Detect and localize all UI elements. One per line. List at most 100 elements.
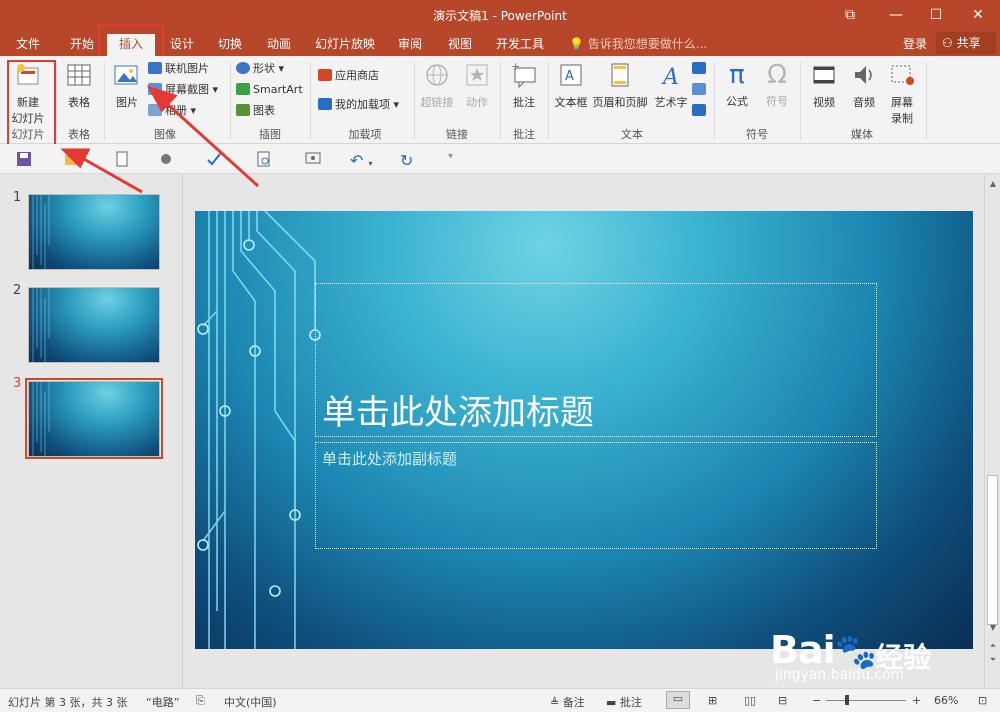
reading-view-icon[interactable]: ▯▯ [744,694,756,707]
tab-review[interactable]: 审阅 [390,34,430,56]
photo-album-button[interactable]: 相册 ▾ [148,102,196,120]
slide-thumbnail-3[interactable] [28,381,160,457]
minimize-button[interactable]: — [876,4,916,26]
zoom-slider-thumb[interactable] [845,695,849,705]
undo-icon[interactable]: ↶ ▾ [350,151,380,170]
language-indicator[interactable]: 中文(中国) [224,694,277,710]
restore-ribbon-icon[interactable]: ⧉ [830,4,870,26]
vertical-scrollbar[interactable]: ▲ ▼ ⏶ ⏷ [984,175,1000,688]
tab-view[interactable]: 视图 [440,34,480,56]
date-time-button[interactable] [692,60,709,78]
normal-view-icon[interactable]: ▭ [666,691,690,709]
audio-button[interactable]: 音频 [846,62,882,110]
table-button[interactable]: 表格 [62,62,96,110]
tab-slideshow[interactable]: 幻灯片放映 [310,34,380,56]
save-icon[interactable] [16,151,32,167]
zoom-level[interactable]: 66% [934,694,958,707]
title-placeholder-text[interactable]: 单击此处添加标题 [322,385,594,434]
proofing-icon[interactable]: ⎘ [196,694,205,708]
action-button[interactable]: 动作 [460,62,494,110]
wordart-label: 艺术字 [654,96,688,109]
next-slide-icon[interactable]: ⏷ [988,655,998,665]
video-button[interactable]: 视频 [806,62,842,110]
comments-button[interactable]: ▬ 批注 [606,694,642,710]
symbol-label: 符号 [766,95,788,108]
open-folder-icon[interactable] [64,151,80,167]
quick-access-toolbar: ↶ ▾ ↻ ▾ [0,144,1000,174]
scrollbar-thumb[interactable] [987,475,998,625]
print-preview-icon[interactable] [256,151,272,167]
comments-icon: ▬ [606,696,617,709]
my-addins-label: 我的加载项 [335,98,390,111]
svg-text:A: A [661,65,679,88]
header-footer-button[interactable]: 页眉和页脚 [590,62,650,110]
login-link[interactable]: 登录 [903,35,927,52]
table-icon [67,64,91,86]
spelling-icon[interactable] [206,151,222,167]
my-addins-button[interactable]: 我的加载项 ▾ [318,96,399,114]
scroll-down-icon[interactable]: ▼ [988,623,998,632]
symbol-button[interactable]: Ω 符号 [760,60,794,109]
wordart-button[interactable]: A 艺术字 [652,62,690,110]
paw-icon: 🐾 [834,632,877,672]
thumbnail-number: 2 [13,283,22,298]
tab-transitions[interactable]: 切换 [210,34,250,56]
slide-thumbnail-1[interactable] [28,194,160,270]
share-button[interactable]: ⚇ 共享 [936,32,996,54]
group-links-label: 链接 [446,128,468,141]
slideshow-icon[interactable]: ⊟ [778,694,787,707]
fit-slide-icon[interactable]: ⊡ [978,694,987,707]
speaker-icon [855,66,872,84]
picture-label: 图片 [116,96,138,109]
zoom-slider[interactable] [826,700,906,701]
smartart-button[interactable]: SmartArt [236,81,303,99]
picture-button[interactable]: 图片 [110,62,144,110]
comments-label: 批注 [619,696,642,709]
scroll-up-icon[interactable]: ▲ [988,179,998,188]
shapes-button[interactable]: 形状 ▾ [236,60,284,78]
tab-developer[interactable]: 开发工具 [490,34,550,56]
notes-button[interactable]: ≜ 备注 [550,694,585,710]
group-separator [926,62,927,140]
zoom-in-icon[interactable]: + [912,694,921,707]
tell-me-search[interactable]: 💡 告诉我您想要做什么... [569,35,707,52]
tab-animations[interactable]: 动画 [259,34,299,56]
circuit-pattern-icon [32,195,50,269]
slide-thumbnail-2[interactable] [28,287,160,363]
slide-number-button[interactable] [692,81,709,99]
circuit-decoration-icon [197,211,321,649]
present-icon[interactable] [305,151,321,167]
screen-recording-button[interactable]: 屏幕 录制 [884,62,920,126]
chart-button[interactable]: 图表 [236,102,275,120]
online-pictures-button[interactable]: 联机图片 [148,60,209,78]
hyperlink-button[interactable]: 超链接 [418,62,456,110]
film-icon [813,66,835,84]
previous-slide-icon[interactable]: ⏶ [988,641,998,651]
zoom-out-icon[interactable]: − [812,694,821,707]
close-button[interactable]: ✕ [958,4,998,26]
comment-button[interactable]: + 批注 [506,60,542,110]
screenshot-button[interactable]: 屏幕截图 ▾ [148,81,218,99]
globe-link-icon [426,64,448,86]
equation-button[interactable]: π 公式 [720,60,754,109]
group-separator [714,62,715,140]
textbox-button[interactable]: A 文本框 [552,62,590,110]
svg-text:A: A [565,69,574,84]
subtitle-placeholder-text[interactable]: 单击此处添加副标题 [322,448,457,469]
group-text-label: 文本 [621,128,643,141]
customize-toolbar-icon[interactable]: ▾ [448,151,464,167]
group-tables-label: 表格 [68,128,90,141]
tab-file[interactable]: 文件 [8,34,48,56]
tab-home[interactable]: 开始 [62,34,102,56]
store-button[interactable]: 应用商店 [318,67,379,85]
touch-mode-icon[interactable] [158,151,174,167]
group-symbols-label: 符号 [746,128,768,141]
object-button[interactable] [692,102,709,120]
maximize-button[interactable]: ☐ [916,4,956,26]
slide-sorter-icon[interactable]: ⊞ [708,694,717,707]
new-document-icon[interactable] [114,151,130,167]
chart-label: 图表 [253,104,275,117]
tab-design[interactable]: 设计 [162,34,202,56]
redo-icon[interactable]: ↻ [400,151,416,170]
pi-icon: π [729,60,745,90]
